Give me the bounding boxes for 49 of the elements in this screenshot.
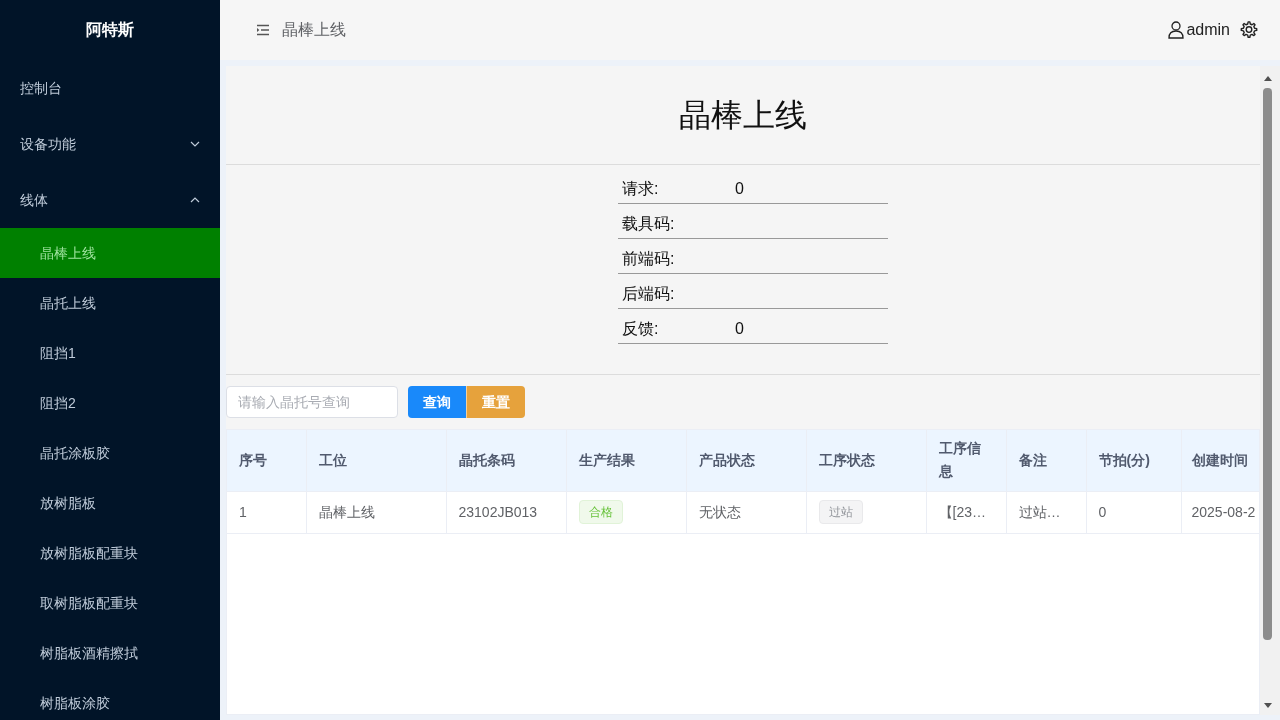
search-field[interactable]: 请输入晶托号查询 bbox=[226, 386, 398, 418]
table-cell: 无状态 bbox=[686, 491, 806, 533]
column-header: 工序信息 bbox=[926, 430, 1006, 491]
sidebar-item[interactable]: 线体 bbox=[0, 172, 220, 228]
settings-icon[interactable] bbox=[1240, 21, 1258, 39]
sidebar-subitem[interactable]: 放树脂板 bbox=[0, 478, 220, 528]
sidebar-subitem[interactable]: 阻挡2 bbox=[0, 378, 220, 428]
query-button[interactable]: 查询 bbox=[408, 386, 466, 418]
table-cell: 【[23… bbox=[926, 491, 1006, 533]
sidebar-subitem[interactable]: 树脂板涂胶 bbox=[0, 678, 220, 720]
column-header: 产品状态 bbox=[686, 430, 806, 491]
breadcrumb-item: 晶棒上线 bbox=[282, 20, 346, 40]
column-header: 备注 bbox=[1006, 430, 1086, 491]
user-menu[interactable]: admin bbox=[1168, 18, 1230, 42]
sidebar-item[interactable]: 设备功能 bbox=[0, 116, 220, 172]
scrollbar[interactable] bbox=[1260, 66, 1280, 715]
user-icon bbox=[1168, 21, 1185, 39]
column-header: 工位 bbox=[306, 430, 446, 491]
column-header: 晶托条码 bbox=[446, 430, 566, 491]
sidebar-subitem[interactable]: 晶托涂板胶 bbox=[0, 428, 220, 478]
field-value: 0 bbox=[735, 319, 744, 339]
sidebar-item[interactable]: 控制台 bbox=[0, 60, 220, 116]
status-tag: 过站 bbox=[818, 500, 863, 524]
sidebar-subitem[interactable]: 晶棒上线 bbox=[0, 228, 220, 278]
field-label: 后端码: bbox=[622, 284, 676, 304]
field-label: 反馈: bbox=[622, 319, 660, 339]
column-header: 工序状态 bbox=[806, 430, 926, 491]
page-title: 晶棒上线 bbox=[679, 95, 807, 135]
table-cell: 过站… bbox=[1006, 491, 1086, 533]
sidebar-subitem[interactable]: 晶托上线 bbox=[0, 278, 220, 328]
sidebar-subitem[interactable]: 取树脂板配重块 bbox=[0, 578, 220, 628]
field-value: 0 bbox=[735, 179, 744, 199]
sidebar-subitem[interactable]: 阻挡1 bbox=[0, 328, 220, 378]
table-cell: 23102JB013 bbox=[446, 491, 566, 533]
status-tag: 合格 bbox=[578, 500, 623, 524]
field-label: 前端码: bbox=[622, 249, 676, 269]
column-header: 节拍(分) bbox=[1086, 430, 1181, 491]
column-header: 生产结果 bbox=[566, 430, 686, 491]
field-label: 载具码: bbox=[622, 214, 676, 234]
column-header: 创建时间 bbox=[1181, 430, 1259, 491]
sidebar-subitem[interactable]: 树脂板酒精擦拭 bbox=[0, 628, 220, 678]
table-cell: 晶棒上线 bbox=[306, 491, 446, 533]
menu-icon[interactable] bbox=[256, 24, 270, 36]
field-label: 请求: bbox=[622, 179, 660, 199]
app-title: 阿特斯 bbox=[85, 20, 135, 40]
table-cell: 0 bbox=[1086, 491, 1181, 533]
column-header: 序号 bbox=[227, 430, 306, 491]
table-cell: 1 bbox=[227, 491, 306, 533]
sidebar-subitem[interactable]: 放树脂板配重块 bbox=[0, 528, 220, 578]
